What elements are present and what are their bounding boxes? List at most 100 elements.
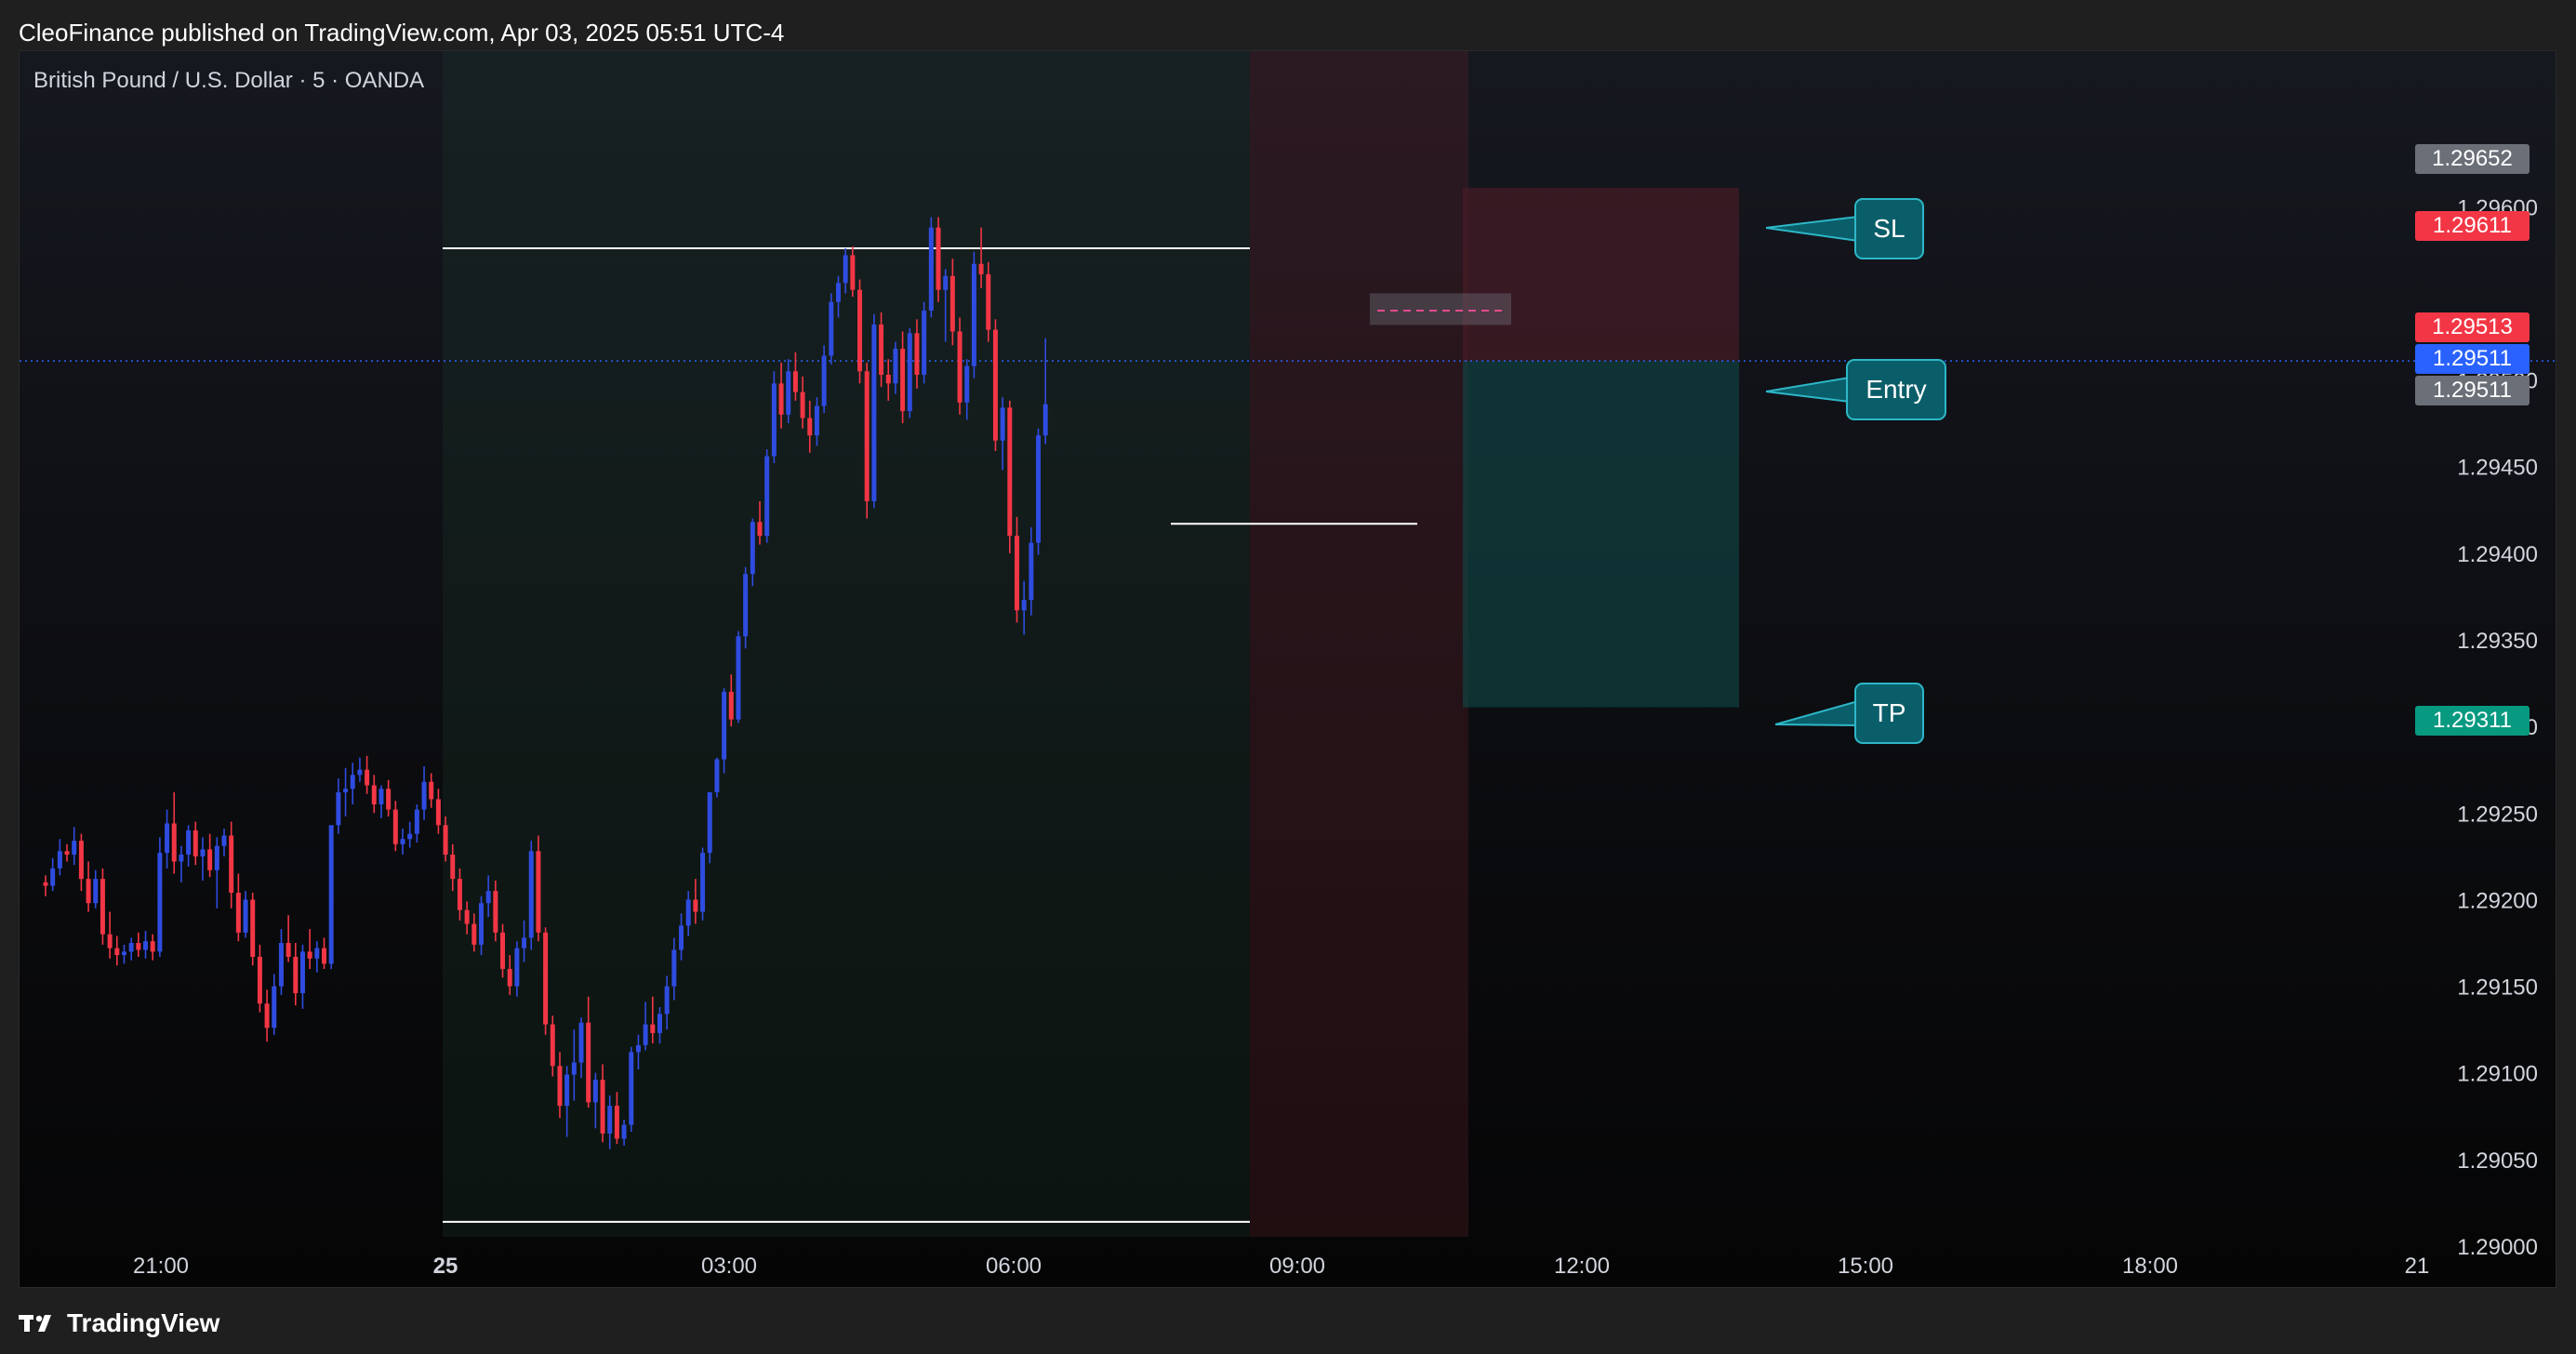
- y-tick-label: 1.29250: [2457, 802, 2538, 827]
- candle: [343, 767, 349, 817]
- candle-body: [843, 255, 848, 284]
- candle-body: [693, 899, 698, 912]
- candle-body: [365, 769, 370, 786]
- candle-body: [700, 853, 706, 912]
- y-tick-label: 1.29200: [2457, 888, 2538, 913]
- symbol-title[interactable]: British Pound / U.S. Dollar · 5 · OANDA: [33, 68, 424, 94]
- price-tag: 1.29311: [2415, 706, 2530, 736]
- candle: [214, 837, 219, 909]
- candle: [714, 757, 720, 798]
- candle: [1036, 428, 1042, 555]
- candle: [957, 317, 963, 415]
- y-tick-label: 1.29400: [2457, 542, 2538, 567]
- candle-body: [879, 324, 884, 375]
- price-tag: 1.29511: [2415, 376, 2530, 405]
- candle: [299, 944, 305, 1009]
- price-tag: 1.29652: [2415, 144, 2530, 174]
- candle-body: [528, 851, 534, 938]
- session-zone-green: [443, 51, 1250, 1237]
- candle-body: [629, 1052, 634, 1125]
- candle-body: [128, 943, 134, 952]
- candle-body: [635, 1044, 641, 1053]
- tradingview-logo-text: TradingView: [67, 1308, 220, 1337]
- candle-body: [707, 791, 712, 854]
- candle: [207, 833, 213, 878]
- candle: [107, 911, 113, 959]
- candle: [229, 821, 234, 909]
- candle-body: [250, 899, 256, 957]
- candle-body: [235, 892, 241, 933]
- candle-body: [1021, 600, 1027, 611]
- candle-body: [835, 283, 841, 302]
- candle: [907, 327, 912, 418]
- callout-tp[interactable]: TP: [1854, 683, 1924, 744]
- candle: [179, 845, 184, 883]
- candle: [150, 934, 155, 961]
- candle: [992, 319, 998, 451]
- candle: [64, 843, 70, 862]
- candle-body: [743, 574, 749, 637]
- candle-body: [771, 383, 777, 457]
- candle-body: [522, 937, 527, 949]
- candle-body: [1036, 435, 1042, 543]
- candle-body: [357, 769, 363, 776]
- candle-body: [1014, 536, 1019, 611]
- y-tick-label: 1.29100: [2457, 1062, 2538, 1087]
- candle-body: [314, 948, 320, 959]
- callout-sl[interactable]: SL: [1854, 198, 1924, 259]
- candle: [536, 835, 541, 942]
- candle-body: [221, 835, 227, 846]
- tradingview-logo[interactable]: TradingView: [19, 1308, 219, 1338]
- candle: [386, 779, 392, 817]
- candle: [136, 932, 141, 957]
- candle-body: [757, 522, 763, 537]
- stop-loss-zone: [1463, 187, 1739, 362]
- candle: [93, 869, 99, 909]
- candle-body: [564, 1074, 570, 1107]
- candle: [871, 313, 877, 509]
- candle: [365, 755, 370, 794]
- candle: [221, 829, 227, 856]
- candle-body: [207, 849, 213, 870]
- candle: [429, 773, 434, 808]
- chart-pane[interactable]: 1.297001.296001.295001.294501.294001.293…: [19, 50, 2556, 1288]
- candle-body: [800, 392, 805, 418]
- candle-body: [850, 255, 856, 290]
- candle-body: [922, 311, 927, 375]
- candle-body: [986, 273, 991, 330]
- candle-body: [435, 799, 441, 826]
- candle-body: [114, 948, 120, 956]
- chart-canvas[interactable]: 1.297001.296001.295001.294501.294001.293…: [20, 51, 2556, 1288]
- candle: [378, 785, 384, 818]
- candle: [100, 868, 105, 945]
- candle-body: [336, 791, 341, 826]
- candle-body: [50, 868, 56, 886]
- candle: [700, 847, 706, 921]
- price-tag: 1.29513: [2415, 312, 2530, 342]
- candle: [43, 875, 48, 896]
- candle-body: [72, 841, 77, 855]
- entry-marker-box: [1370, 293, 1511, 325]
- candle: [143, 930, 149, 959]
- candle-body: [1042, 404, 1048, 436]
- callout-entry[interactable]: Entry: [1846, 359, 1946, 420]
- candle-body: [914, 333, 920, 375]
- candle-body: [507, 968, 512, 987]
- candle-body: [157, 853, 163, 952]
- x-tick-label: 09:00: [1269, 1254, 1325, 1279]
- candle-body: [992, 329, 998, 441]
- candle: [193, 821, 198, 866]
- callout-pointer: [1766, 376, 1850, 404]
- x-tick-label: 12:00: [1554, 1254, 1610, 1279]
- candle-body: [243, 899, 248, 933]
- candle-body: [592, 1080, 598, 1103]
- price-tag: 1.29611: [2415, 211, 2530, 241]
- y-tick-label: 1.29350: [2457, 629, 2538, 654]
- candle-body: [193, 830, 198, 856]
- candle: [336, 778, 341, 834]
- candle: [357, 757, 363, 782]
- candle-body: [257, 956, 262, 1004]
- candle-body: [550, 1024, 555, 1067]
- candle: [764, 449, 770, 543]
- candle-body: [350, 775, 355, 790]
